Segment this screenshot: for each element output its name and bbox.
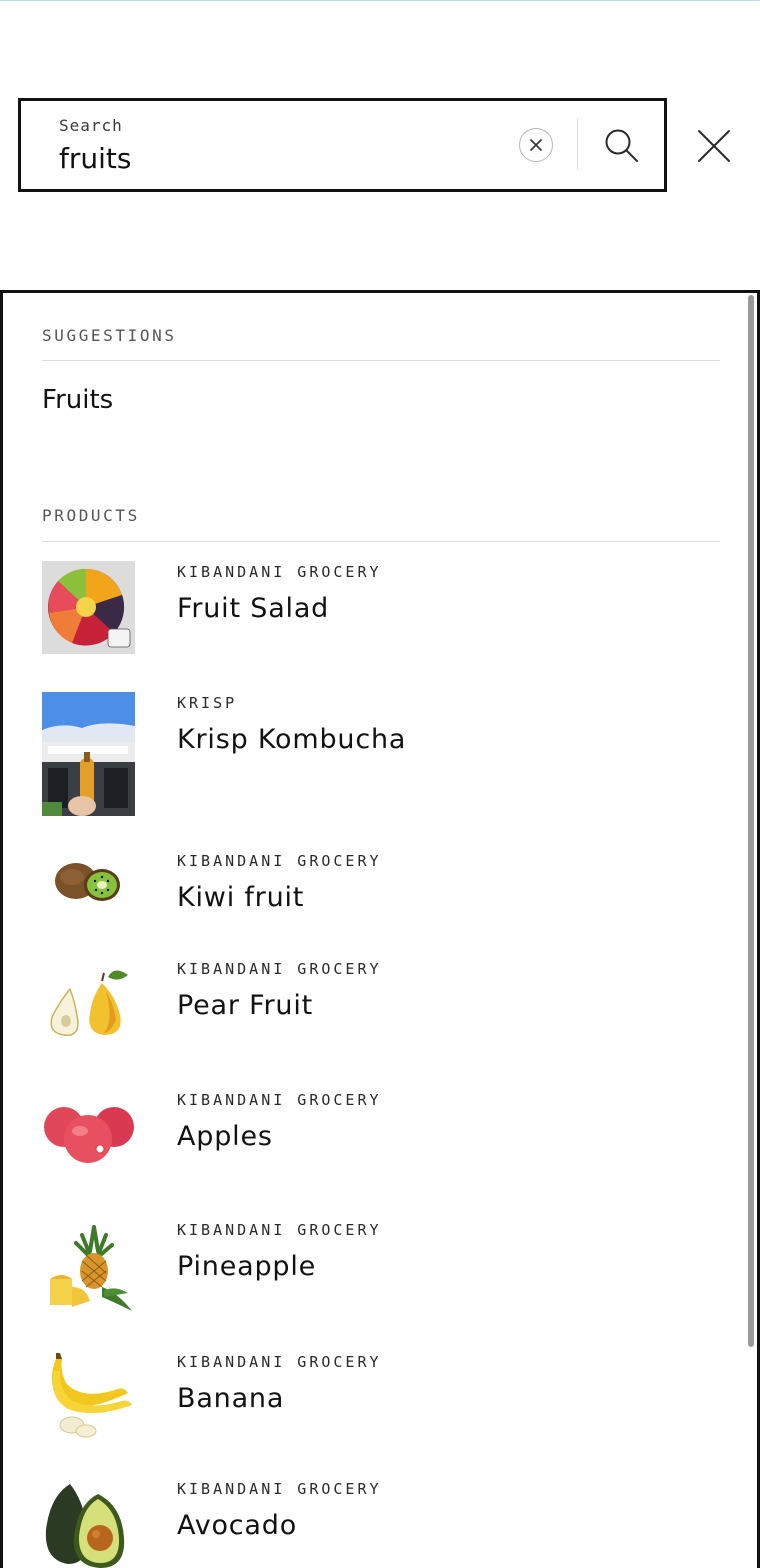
product-item-pineapple[interactable]: KIBANDANI GROCERY Pineapple <box>42 1221 720 1313</box>
product-thumbnail <box>42 1221 135 1313</box>
product-item-banana[interactable]: KIBANDANI GROCERY Banana <box>42 1353 720 1439</box>
apples-image <box>44 1107 134 1163</box>
predictive-search-panel: SUGGESTIONS Fruits PRODUCTS KIBANDANI GR… <box>0 290 760 1568</box>
search-divider <box>577 118 578 170</box>
pineapple-image <box>50 1225 132 1311</box>
product-item-kiwi-fruit[interactable]: KIBANDANI GROCERY Kiwi fruit <box>42 852 720 923</box>
product-item-pear-fruit[interactable]: KIBANDANI GROCERY Pear Fruit <box>42 960 720 1041</box>
kiwi-image <box>55 863 120 901</box>
product-item-avocado[interactable]: KIBANDANI GROCERY Avocado <box>42 1480 720 1568</box>
magnifier-icon <box>605 129 638 162</box>
product-thumbnail <box>42 1480 135 1568</box>
product-thumbnail <box>42 853 135 913</box>
product-vendor: KIBANDANI GROCERY <box>177 852 382 870</box>
product-item-fruit-salad[interactable]: KIBANDANI GROCERY Fruit Salad <box>42 561 720 671</box>
kombucha-storefront-image <box>42 692 135 816</box>
suggestion-item[interactable]: Fruits <box>42 385 113 415</box>
search-field[interactable]: Search fruits <box>18 98 667 192</box>
suggestions-heading: SUGGESTIONS <box>42 326 177 345</box>
product-title: Avocado <box>177 1510 298 1541</box>
clear-circle-x-icon <box>530 139 542 151</box>
product-vendor: KRISP <box>177 694 238 712</box>
clear-search-button[interactable] <box>519 128 553 162</box>
product-title: Pear Fruit <box>177 990 314 1021</box>
product-item-apples[interactable]: KIBANDANI GROCERY Apples <box>42 1091 720 1171</box>
pear-image <box>50 970 128 1036</box>
product-thumbnail <box>42 692 135 816</box>
product-vendor: KIBANDANI GROCERY <box>177 1091 382 1109</box>
product-title: Banana <box>177 1383 285 1414</box>
search-label: Search <box>59 116 123 135</box>
top-border <box>0 0 760 1</box>
product-thumbnail <box>42 1353 135 1439</box>
product-vendor: KIBANDANI GROCERY <box>177 960 382 978</box>
close-x-icon <box>698 130 730 162</box>
product-title: Pineapple <box>177 1251 317 1282</box>
product-vendor: KIBANDANI GROCERY <box>177 1480 382 1498</box>
product-thumbnail <box>42 1091 135 1171</box>
product-item-krisp-kombucha[interactable]: KRISP Krisp Kombucha <box>42 692 720 816</box>
product-vendor: KIBANDANI GROCERY <box>177 1353 382 1371</box>
product-title: Kiwi fruit <box>177 882 305 913</box>
product-vendor: KIBANDANI GROCERY <box>177 563 382 581</box>
products-heading: PRODUCTS <box>42 506 140 525</box>
panel-scrollbar[interactable] <box>748 295 754 1347</box>
search-input[interactable]: fruits <box>59 142 131 175</box>
products-divider <box>42 541 720 542</box>
product-thumbnail <box>42 561 135 654</box>
search-submit-button[interactable] <box>599 123 645 169</box>
product-title: Krisp Kombucha <box>177 724 407 755</box>
banana-image <box>51 1353 132 1438</box>
close-search-button[interactable] <box>690 122 738 170</box>
fruit-salad-platter-image <box>42 561 135 654</box>
product-title: Fruit Salad <box>177 593 330 624</box>
avocado-image <box>45 1484 125 1568</box>
suggestions-divider <box>42 360 720 361</box>
product-title: Apples <box>177 1121 273 1152</box>
product-thumbnail <box>42 961 135 1041</box>
product-vendor: KIBANDANI GROCERY <box>177 1221 382 1239</box>
